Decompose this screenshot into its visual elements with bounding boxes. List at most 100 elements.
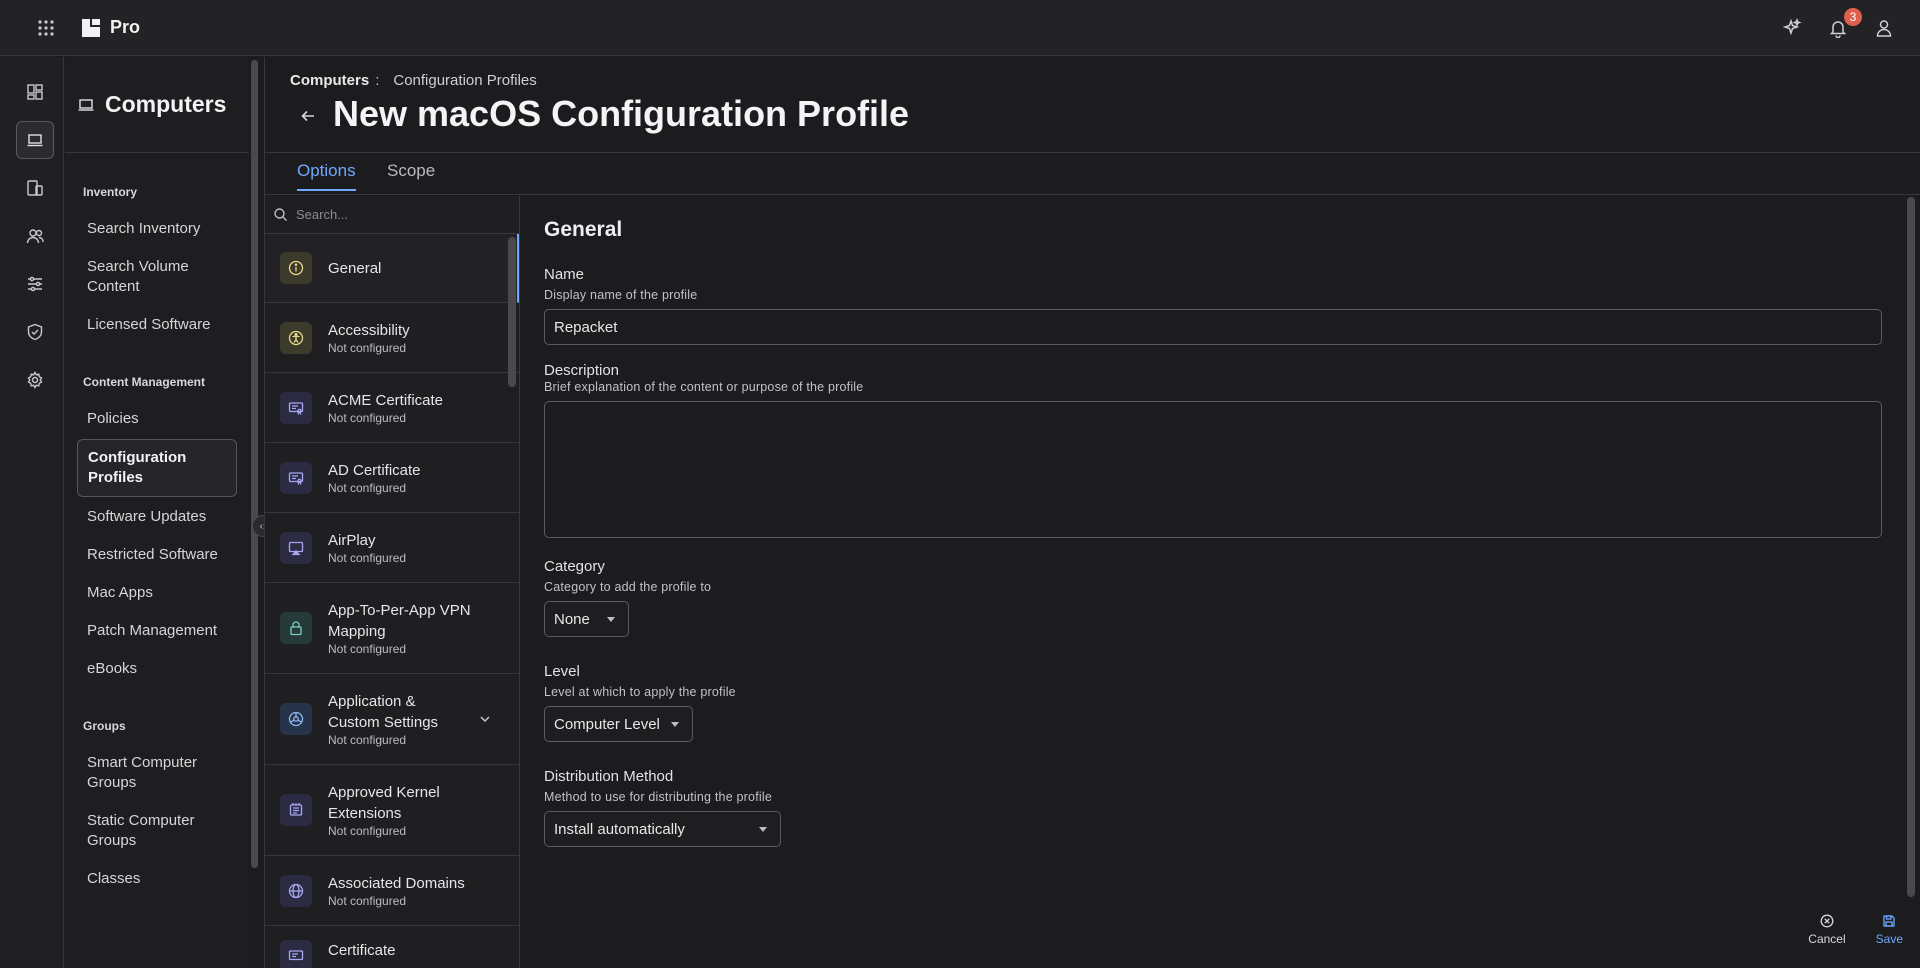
airplay-icon xyxy=(280,531,312,564)
certificate-icon xyxy=(280,391,312,424)
payload-name: Accessibility xyxy=(328,321,410,339)
payload-list-scrollbar[interactable] xyxy=(508,237,516,387)
nav-header: Computers xyxy=(65,57,249,153)
level-value: Computer Level xyxy=(554,715,660,733)
tab-bar: Options Scope xyxy=(265,152,1920,195)
payload-item-ad-certificate[interactable]: AD Certificate Not configured xyxy=(265,443,519,513)
users-icon[interactable] xyxy=(16,217,54,255)
app-grid-icon[interactable] xyxy=(24,6,68,50)
nav-item-configuration-profiles[interactable]: Configuration Profiles xyxy=(77,439,237,497)
dashboard-icon[interactable] xyxy=(16,73,54,111)
payload-item-general[interactable]: General xyxy=(265,234,519,303)
payload-item-accessibility[interactable]: Accessibility Not configured xyxy=(265,303,519,373)
payload-status: Not configured xyxy=(328,550,407,565)
app-name: Pro xyxy=(110,17,141,37)
distribution-method-hint: Method to use for distributing the profi… xyxy=(544,790,772,804)
breadcrumb-computers[interactable]: Computers xyxy=(290,72,369,89)
nav-item-search-volume-content[interactable]: Search Volume Content xyxy=(77,249,237,305)
nav-item-patch-management[interactable]: Patch Management xyxy=(77,613,237,649)
payload-name: AirPlay xyxy=(328,531,376,549)
payload-item-approved-kernel-extensions[interactable]: Approved Kernel Extensions Not configure… xyxy=(265,765,519,856)
payload-search xyxy=(265,196,519,234)
nav-item-search-inventory[interactable]: Search Inventory xyxy=(77,211,237,247)
nav-title: Computers xyxy=(105,91,227,117)
form-scrollbar[interactable] xyxy=(1907,197,1915,897)
name-hint: Display name of the profile xyxy=(544,288,698,302)
nav-item-static-computer-groups[interactable]: Static Computer Groups xyxy=(77,803,237,859)
breadcrumb-separator: : xyxy=(375,72,380,89)
accessibility-icon xyxy=(280,321,312,354)
general-form: General Name Display name of the profile… xyxy=(544,196,1920,968)
main-content: Computers : Configuration Profiles New m… xyxy=(264,57,1920,968)
nav-item-classes[interactable]: Classes xyxy=(77,861,237,897)
level-select[interactable]: Computer Level xyxy=(544,706,693,742)
payload-name: Associated Domains xyxy=(328,874,465,892)
payload-item-associated-domains[interactable]: Associated Domains Not configured xyxy=(265,856,519,926)
nav-item-ebooks[interactable]: eBooks xyxy=(77,651,237,687)
breadcrumb: Computers : Configuration Profiles xyxy=(290,72,537,89)
back-arrow-icon[interactable] xyxy=(293,101,323,131)
cancel-icon xyxy=(1820,914,1834,928)
payload-search-input[interactable] xyxy=(296,207,496,222)
tab-options[interactable]: Options xyxy=(297,161,356,191)
distribution-method-value: Install automatically xyxy=(554,820,685,838)
top-bar: Pro 3 xyxy=(0,0,1920,56)
payload-item-app-to-per-app-vpn-mapping[interactable]: App-To-Per-App VPN Mapping Not configure… xyxy=(265,583,519,674)
breadcrumb-configuration-profiles[interactable]: Configuration Profiles xyxy=(393,72,536,89)
category-select[interactable]: None xyxy=(544,601,629,637)
notification-badge: 3 xyxy=(1842,6,1864,28)
settings-sliders-icon[interactable] xyxy=(16,265,54,303)
globe-icon xyxy=(280,874,312,907)
payload-status: Not configured xyxy=(328,893,407,908)
name-label: Name xyxy=(544,266,585,283)
description-label: Description xyxy=(544,362,620,379)
notifications-button[interactable]: 3 xyxy=(1826,6,1864,40)
description-textarea[interactable] xyxy=(544,401,1882,538)
payload-status: Not configured xyxy=(328,410,407,425)
save-label: Save xyxy=(1875,932,1903,946)
ai-sparkle-icon[interactable] xyxy=(1780,16,1804,40)
save-icon xyxy=(1883,915,1895,927)
distribution-method-label: Distribution Method xyxy=(544,768,674,785)
payload-item-acme-certificate[interactable]: ACME Certificate Not configured xyxy=(265,373,519,443)
app-logo[interactable]: Pro xyxy=(80,17,140,39)
payload-name: General xyxy=(328,259,382,277)
computers-icon[interactable] xyxy=(16,121,54,159)
logo-icon xyxy=(82,18,100,37)
payload-status: Not configured xyxy=(328,732,407,747)
distribution-method-select[interactable]: Install automatically xyxy=(544,811,781,847)
chip-icon xyxy=(280,794,312,826)
tab-scope[interactable]: Scope xyxy=(387,161,435,189)
user-profile-icon[interactable] xyxy=(1872,16,1896,40)
shield-icon[interactable] xyxy=(16,313,54,351)
nav-item-smart-computer-groups[interactable]: Smart Computer Groups xyxy=(77,745,237,801)
nav-item-policies[interactable]: Policies xyxy=(77,401,237,437)
nav-item-restricted-software[interactable]: Restricted Software xyxy=(77,537,237,573)
payload-name: Approved Kernel Extensions xyxy=(328,783,440,822)
payload-status: Not configured xyxy=(328,641,407,656)
icon-rail xyxy=(0,57,64,968)
chevron-down-icon[interactable] xyxy=(479,713,491,725)
form-actions: Cancel Save xyxy=(1808,914,1903,946)
devices-icon[interactable] xyxy=(16,169,54,207)
nav-item-licensed-software[interactable]: Licensed Software xyxy=(77,307,237,343)
caret-down-icon xyxy=(607,617,615,622)
nav-section-inventory: Inventory xyxy=(83,185,138,199)
payload-name: App-To-Per-App VPN Mapping xyxy=(328,601,471,640)
nav-item-software-updates[interactable]: Software Updates xyxy=(77,499,237,535)
payload-item-application-custom-settings[interactable]: Application & Custom Settings Not config… xyxy=(265,674,519,765)
laptop-icon xyxy=(78,98,94,111)
category-label: Category xyxy=(544,558,605,575)
gear-icon xyxy=(280,703,312,735)
gear-icon[interactable] xyxy=(16,361,54,399)
payload-name: AD Certificate xyxy=(328,461,421,479)
payload-item-certificate[interactable]: Certificate xyxy=(265,926,519,968)
certificate-icon xyxy=(280,940,312,968)
cancel-button[interactable]: Cancel xyxy=(1808,914,1846,946)
nav-scrollbar[interactable] xyxy=(251,60,258,868)
payload-item-airplay[interactable]: AirPlay Not configured xyxy=(265,513,519,583)
payload-status: Not configured xyxy=(328,340,407,355)
name-input[interactable] xyxy=(544,309,1882,345)
nav-item-mac-apps[interactable]: Mac Apps xyxy=(77,575,237,611)
save-button[interactable]: Save xyxy=(1876,914,1903,946)
